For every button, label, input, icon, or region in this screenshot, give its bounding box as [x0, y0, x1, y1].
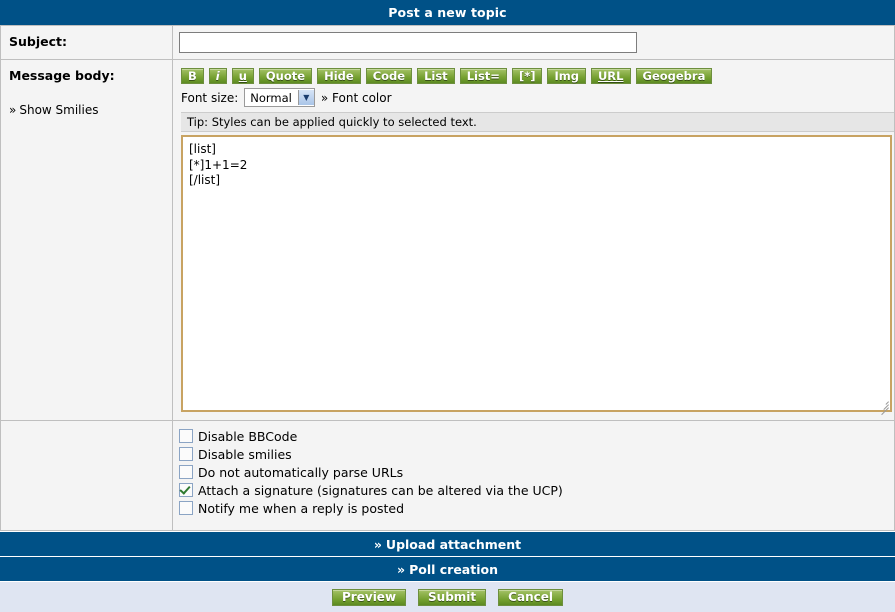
checkbox-notify-reply[interactable] [179, 501, 193, 515]
options-row: Disable BBCode Disable smilies Do not au… [0, 420, 895, 531]
subject-row: Subject: [0, 25, 895, 60]
font-color-link[interactable]: » Font color [321, 91, 392, 105]
bbcode-button-list-item[interactable]: [*] [511, 68, 543, 84]
message-label-cell: Message body: » Show Smilies [0, 59, 173, 421]
subject-input[interactable] [179, 32, 637, 53]
submit-button[interactable]: Submit [418, 588, 487, 606]
bbcode-button-image[interactable]: Img [547, 68, 586, 84]
message-textarea[interactable] [181, 135, 892, 412]
chevron-down-icon[interactable]: ▼ [297, 90, 314, 105]
bbcode-button-code[interactable]: Code [365, 68, 413, 84]
option-label: Attach a signature (signatures can be al… [198, 482, 563, 498]
post-form-table: Subject: Message body: » Show Smilies B i… [0, 25, 895, 531]
bbcode-toolbar: B i u Quote Hide Code List List= [*] Img… [179, 66, 886, 84]
bbcode-button-url[interactable]: URL [590, 68, 631, 84]
upload-attachment-section[interactable]: » Upload attachment [0, 531, 895, 556]
bbcode-button-bold[interactable]: B [181, 68, 204, 84]
checkbox-attach-signature[interactable] [179, 483, 193, 497]
checkbox-disable-bbcode[interactable] [179, 429, 193, 443]
post-form-page: Post a new topic Subject: Message body: … [0, 0, 895, 612]
message-body-label: Message body: [9, 68, 115, 83]
styles-tip: Tip: Styles can be applied quickly to se… [181, 112, 895, 132]
option-label: Notify me when a reply is posted [198, 500, 405, 516]
chevron-right-icon: » [373, 536, 382, 552]
message-textarea-wrapper [181, 135, 892, 416]
font-color-label: Font color [332, 90, 392, 105]
font-controls-row: Font size: Normal ▼ » Font color [179, 84, 886, 109]
option-disable-bbcode[interactable]: Disable BBCode [179, 427, 886, 445]
chevron-right-icon: » [320, 90, 329, 105]
option-notify-reply[interactable]: Notify me when a reply is posted [179, 499, 886, 517]
message-field-cell: B i u Quote Hide Code List List= [*] Img… [172, 59, 895, 421]
form-actions: Preview Submit Cancel [0, 581, 895, 612]
font-size-select[interactable]: Normal ▼ [244, 88, 315, 107]
cancel-button[interactable]: Cancel [498, 588, 563, 606]
subject-label-cell: Subject: [0, 25, 173, 60]
preview-button[interactable]: Preview [332, 588, 407, 606]
option-label: Disable smilies [198, 446, 292, 462]
subject-label: Subject: [9, 34, 67, 49]
chevron-right-icon: » [9, 103, 17, 117]
bbcode-button-hide[interactable]: Hide [317, 68, 361, 84]
checkbox-disable-smilies[interactable] [179, 447, 193, 461]
option-no-parse-urls[interactable]: Do not automatically parse URLs [179, 463, 886, 481]
bbcode-button-list[interactable]: List [417, 68, 455, 84]
bbcode-button-quote[interactable]: Quote [258, 68, 313, 84]
option-disable-smilies[interactable]: Disable smilies [179, 445, 886, 463]
chevron-right-icon: » [397, 561, 406, 577]
message-row: Message body: » Show Smilies B i u Quote … [0, 59, 895, 421]
bbcode-button-geogebra[interactable]: Geogebra [635, 68, 713, 84]
bbcode-button-underline[interactable]: u [231, 68, 254, 84]
font-size-label: Font size: [181, 90, 239, 105]
subject-field-cell [172, 25, 895, 60]
options-label-cell [0, 420, 173, 531]
show-smilies-link[interactable]: » Show Smilies [9, 103, 172, 117]
options-field-cell: Disable BBCode Disable smilies Do not au… [172, 420, 895, 531]
upload-attachment-label: Upload attachment [385, 536, 522, 552]
font-size-value: Normal [250, 90, 292, 105]
page-title-text: Post a new topic [388, 5, 507, 20]
checkbox-no-parse-urls[interactable] [179, 465, 193, 479]
poll-creation-label: Poll creation [409, 561, 498, 577]
bbcode-button-italic[interactable]: i [208, 68, 227, 84]
bbcode-button-list-ordered[interactable]: List= [459, 68, 507, 84]
option-attach-signature[interactable]: Attach a signature (signatures can be al… [179, 481, 886, 499]
poll-creation-section[interactable]: » Poll creation [0, 556, 895, 581]
show-smilies-label: Show Smilies [19, 103, 99, 117]
option-label: Do not automatically parse URLs [198, 464, 404, 480]
option-label: Disable BBCode [198, 428, 298, 444]
page-title: Post a new topic [0, 0, 895, 25]
